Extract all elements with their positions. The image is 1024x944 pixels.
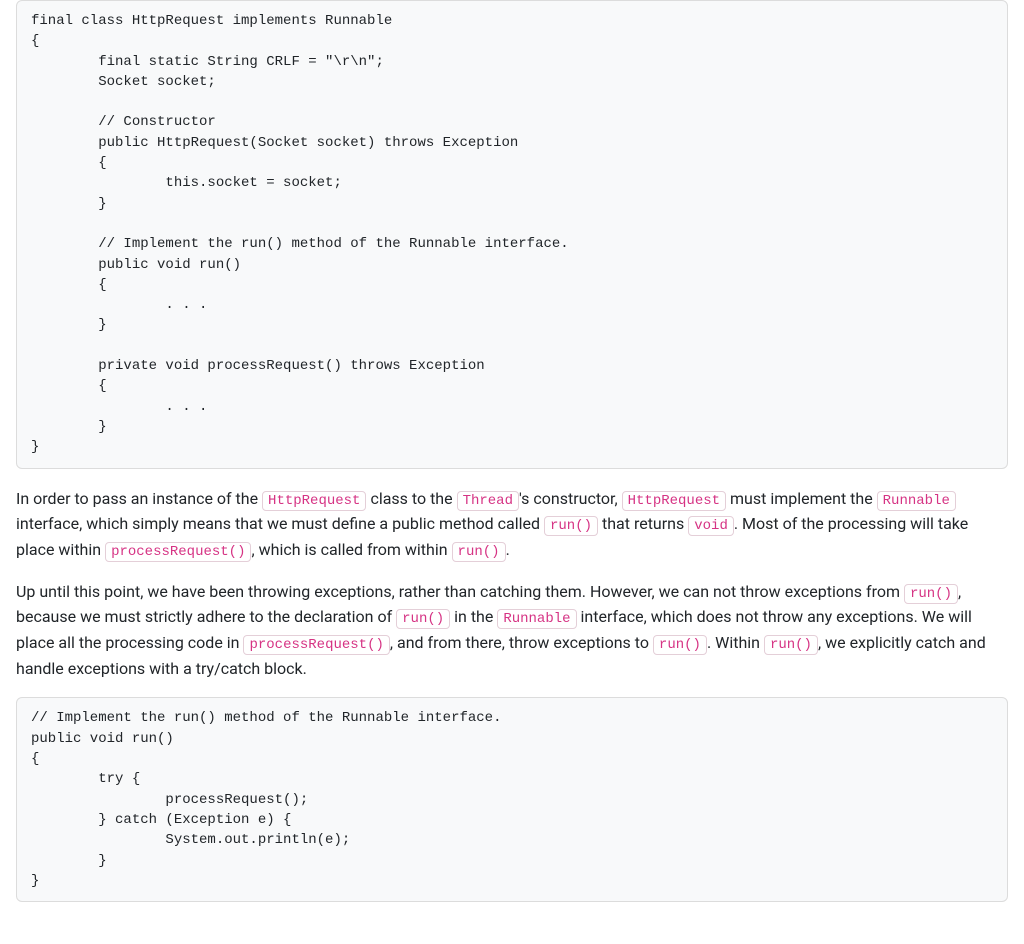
paragraph-1: In order to pass an instance of the Http… bbox=[16, 487, 1008, 564]
inline-code: Runnable bbox=[877, 491, 956, 511]
text: , which is called from within bbox=[251, 540, 451, 559]
text: interface, which simply means that we mu… bbox=[16, 514, 544, 533]
text: in the bbox=[450, 607, 497, 626]
text: that returns bbox=[598, 514, 688, 533]
text: class to the bbox=[366, 489, 456, 508]
inline-code: processRequest() bbox=[105, 542, 251, 562]
document-page: final class HttpRequest implements Runna… bbox=[0, 0, 1024, 944]
paragraph-2: Up until this point, we have been throwi… bbox=[16, 580, 1008, 682]
inline-code: run() bbox=[544, 516, 598, 536]
inline-code: void bbox=[688, 516, 734, 536]
inline-code: run() bbox=[452, 542, 506, 562]
inline-code: run() bbox=[396, 609, 450, 629]
text: , and from there, throw exceptions to bbox=[390, 633, 653, 652]
inline-code: Thread bbox=[457, 491, 519, 511]
text: In order to pass an instance of the bbox=[16, 489, 262, 508]
text: . Within bbox=[707, 633, 764, 652]
inline-code: run() bbox=[764, 635, 818, 655]
inline-code: run() bbox=[904, 584, 958, 604]
inline-code: HttpRequest bbox=[262, 491, 366, 511]
text: 's constructor, bbox=[519, 489, 622, 508]
text: . bbox=[506, 540, 510, 559]
text: Up until this point, we have been throwi… bbox=[16, 582, 904, 601]
code-block-run-method: // Implement the run() method of the Run… bbox=[16, 697, 1008, 902]
inline-code: Runnable bbox=[497, 609, 576, 629]
inline-code: run() bbox=[653, 635, 707, 655]
code-block-httprequest-class: final class HttpRequest implements Runna… bbox=[16, 0, 1008, 469]
text: must implement the bbox=[726, 489, 877, 508]
inline-code: HttpRequest bbox=[622, 491, 726, 511]
inline-code: processRequest() bbox=[243, 635, 389, 655]
